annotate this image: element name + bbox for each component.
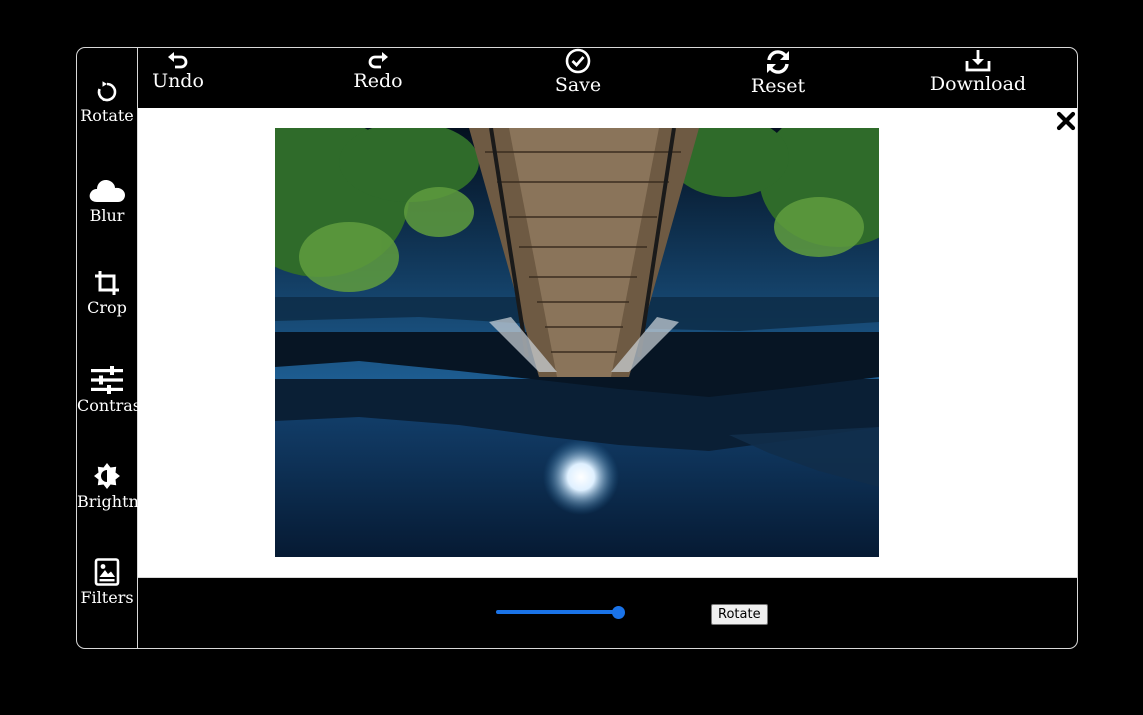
download-label: Download [929,73,1027,95]
sidebar-item-brightness[interactable]: Brightness [77,462,165,511]
sidebar-item-label: Filters [80,588,134,607]
cloud-icon [89,179,125,202]
sidebar-item-label: Blur [89,206,125,225]
sliders-icon [91,366,123,394]
redo-button[interactable]: Redo [318,50,438,92]
undo-icon [168,52,188,69]
image-canvas [138,108,1077,578]
rotation-slider[interactable] [496,606,625,619]
brightness-icon [94,463,120,489]
check-circle-icon [565,48,591,74]
rotate-icon [97,81,117,102]
crop-icon [95,271,119,295]
save-button[interactable]: Save [518,48,638,96]
redo-icon [368,52,388,69]
redo-label: Redo [353,70,403,92]
sidebar-item-label: Crop [87,298,127,317]
download-icon [965,50,991,72]
controls-bar: Rotate [138,578,1077,648]
toolbar: Undo Redo Save Reset Download [138,48,1077,108]
sidebar-item-label: Rotate [80,106,134,125]
undo-button[interactable]: Undo [118,50,238,92]
rotate-button[interactable]: Rotate [711,604,768,625]
image-icon [94,558,120,586]
reset-label: Reset [750,75,806,97]
edited-photo [275,128,879,557]
reset-button[interactable]: Reset [718,49,838,97]
sidebar-item-blur[interactable]: Blur [77,176,137,225]
sidebar-item-contrast[interactable]: Contrast [77,366,148,415]
slider-thumb[interactable] [612,606,625,619]
sidebar: Rotate Blur Crop Contrast Brightness Fil… [77,48,165,648]
close-icon[interactable] [1055,110,1077,132]
image-editor: Rotate Blur Crop Contrast Brightness Fil… [76,47,1078,649]
sidebar-item-filters[interactable]: Filters [77,558,137,607]
sidebar-item-label: Contrast [77,396,148,415]
slider-track [496,610,618,614]
save-label: Save [554,74,602,96]
refresh-icon [767,50,789,74]
sidebar-item-crop[interactable]: Crop [77,270,137,317]
undo-label: Undo [152,70,204,92]
download-button[interactable]: Download [918,49,1038,95]
sidebar-item-label: Brightness [77,492,165,511]
